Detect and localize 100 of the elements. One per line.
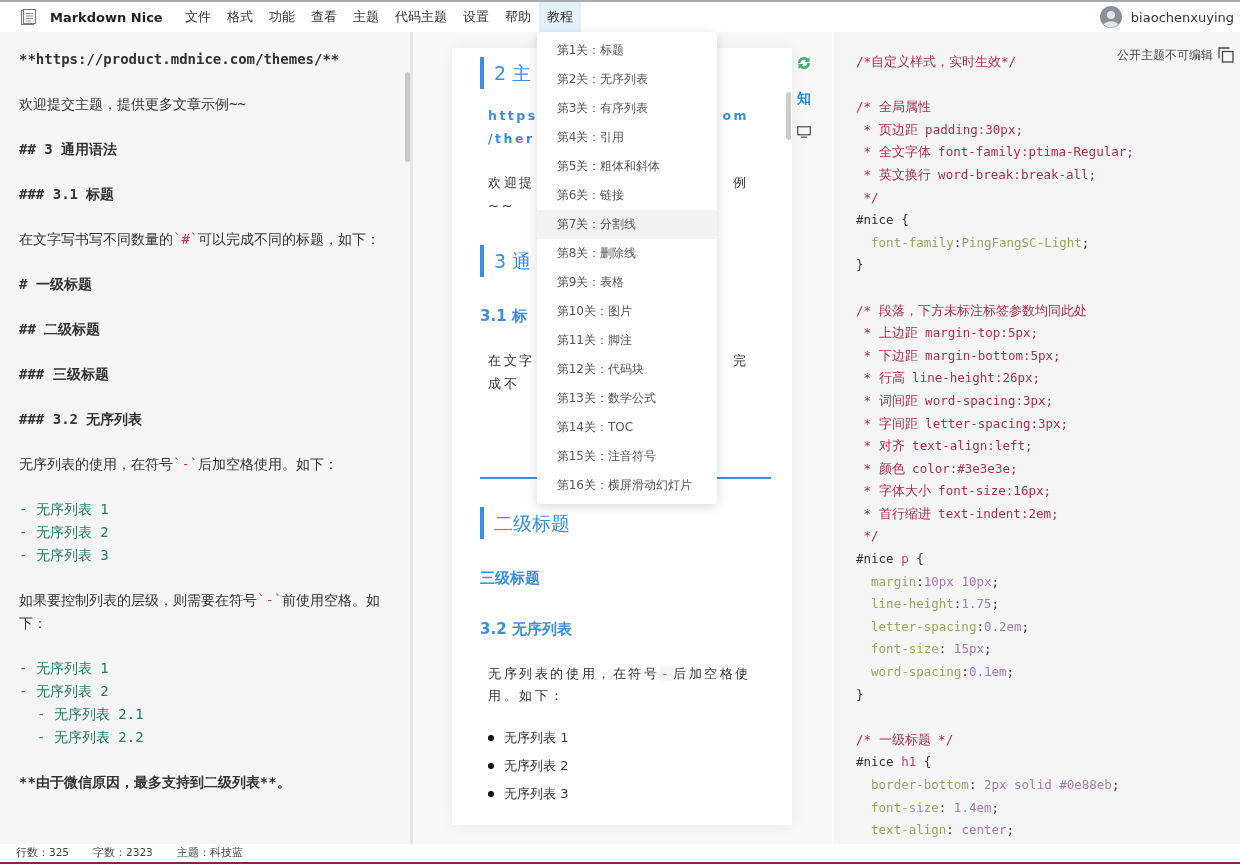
code-line: * 全文字体 font-family:ptima-Regular; [862, 143, 1134, 162]
editor-line: 欢迎提交主题，提供更多文章示例~~ [19, 95, 247, 114]
dropdown-item[interactable]: 第16关：横屏滑动幻灯片 [536, 471, 717, 500]
bullet-icon [488, 763, 494, 769]
code-line: #nice p { [856, 550, 924, 569]
list-item: 无序列表 2 [504, 757, 569, 775]
menu-item[interactable]: 帮助 [496, 2, 539, 32]
code-line: border-bottom: 2px solid #0e88eb; [870, 776, 1120, 794]
editor-line: 在文字写书写不同数量的`#`可以完成不同的标题，如下： [19, 230, 382, 249]
menu-item[interactable]: 主题 [344, 2, 387, 32]
paragraph: 无序列表的使用，在符号 - 后加空格使用。如下： [487, 665, 752, 705]
dropdown-item[interactable]: 第5关：粗体和斜体 [536, 152, 717, 181]
code-line: * 字体大小 font-size:16px; [862, 482, 1051, 501]
menu-item[interactable]: 功能 [260, 2, 303, 32]
list-line: - 无序列表 3 [19, 546, 110, 565]
dropdown-item[interactable]: 第10关：图片 [536, 297, 717, 326]
code-line: * 首行缩进 text-indent:2em; [862, 504, 1059, 523]
editor-line: **https://product.mdnice.com/themes/** [19, 50, 341, 69]
menu-item[interactable]: 查看 [302, 2, 345, 32]
dropdown-item[interactable]: 第7关：分割线 [536, 210, 717, 239]
menu-item[interactable]: 文件 [176, 2, 219, 32]
code-line: * 对齐 text-align:left; [862, 437, 1033, 456]
code-line: font-size: 15px; [870, 640, 992, 659]
dropdown-item[interactable]: 第6关：链接 [536, 181, 717, 210]
dropdown-item[interactable]: 第11关：脚注 [536, 326, 717, 355]
code-line: font-family:PingFangSC-Light; [870, 233, 1090, 252]
list-item: 无序列表 3 [504, 785, 569, 803]
code-line: /* 全局属性 [856, 98, 931, 117]
list-line: - 无序列表 2 [19, 523, 110, 542]
code-line: * 上边距 margin-top:5px; [862, 324, 1038, 343]
code-line: #nice h1 { [856, 753, 932, 772]
code-line: margin:10px 10px; [870, 572, 999, 591]
markdown-editor[interactable] [0, 32, 413, 844]
document-icon [20, 8, 37, 26]
code-line: /*自定义样式，实时生效*/ [856, 53, 1017, 71]
editor-line: ### 3.2 无序列表 [19, 410, 144, 429]
menu-item[interactable]: 教程 [538, 2, 581, 32]
list-line: - 无序列表 1 [19, 500, 110, 519]
dropdown-item[interactable]: 第3关：有序列表 [536, 94, 717, 123]
heading: 二级标题 [480, 507, 572, 539]
code-line: word-spacing:0.1em; [870, 663, 1015, 682]
app-title: Markdown Nice [50, 9, 163, 25]
notice-label: 公开主题不可编辑 [1117, 47, 1213, 64]
editor-line: **由于微信原因，最多支持到二级列表**。 [19, 773, 292, 792]
editor-line: ## 3 通用语法 [19, 140, 119, 159]
code-line: * 英文换行 word-break:break-all; [862, 165, 1097, 184]
editor-line: ### 3.1 标题 [19, 185, 116, 204]
bullet-icon [488, 735, 494, 741]
text-fragment: 欢迎提 [488, 174, 535, 192]
text-fragment: 在文字 [488, 352, 535, 370]
code-line: * 字间距 letter-spacing:3px; [862, 414, 1069, 433]
code-line: #nice { [856, 211, 909, 230]
code-line: /* 一级标题 */ [856, 730, 954, 749]
scrollbar-thumb[interactable] [786, 92, 791, 140]
code-line: line-height:1.75; [870, 595, 999, 614]
editor-line: ### 三级标题 [19, 365, 110, 384]
editor-line: 如果要控制列表的层级，则需要在符号`-`前使用空格。如下： [19, 591, 382, 633]
status-text: 行数：325 [16, 846, 70, 860]
dropdown-item[interactable]: 第2关：无序列表 [536, 65, 717, 94]
list-line: - 无序列表 2 [19, 682, 110, 701]
status-text: 字数：2323 [93, 846, 153, 860]
status-text: 主题：科技蓝 [176, 846, 243, 860]
code-line: /* 段落，下方未标注标签参数均同此处 [856, 301, 1087, 320]
menu-item[interactable]: 格式 [218, 2, 261, 32]
code-line: * 行高 line-height:26px; [862, 369, 1041, 388]
code-line: text-align: center; [870, 821, 1015, 840]
code-line: * 颜色 color:#3e3e3e; [862, 459, 1018, 478]
code-line: * 页边距 padding:30px; [862, 120, 1023, 139]
dropdown-item[interactable]: 第1关：标题 [536, 36, 717, 65]
heading: 三级标题 [480, 568, 540, 589]
list-line: - 无序列表 2.1 [36, 705, 145, 724]
editor-line: 无序列表的使用，在符号`-`后加空格使用。如下： [19, 455, 340, 474]
text-fragment: 完 [733, 352, 749, 370]
code-line: * 下边距 margin-bottom:5px; [862, 346, 1061, 365]
dropdown-item[interactable]: 第12关：代码块 [536, 355, 717, 384]
code-line: letter-spacing:0.2em; [870, 617, 1030, 636]
code-line: } [856, 256, 864, 275]
copy-icon[interactable] [1218, 47, 1234, 64]
text-fragment: ~~ [488, 197, 515, 215]
dropdown-item[interactable]: 第8关：删除线 [536, 239, 717, 268]
editor-line: ## 二级标题 [19, 320, 102, 339]
menu-item[interactable]: 代码主题 [386, 2, 455, 32]
monitor-icon[interactable] [797, 126, 811, 138]
refresh-icon[interactable] [795, 54, 813, 72]
text-fragment: 成不 [488, 375, 520, 393]
username: biaochenxuying [1130, 9, 1234, 25]
dropdown-item[interactable]: 第9关：表格 [536, 268, 717, 297]
code-line: */ [862, 188, 879, 207]
dropdown-item[interactable]: 第14关：TOC [536, 413, 717, 442]
heading: 3 通 [480, 245, 534, 277]
dropdown-item[interactable]: 第4关：引用 [536, 123, 717, 152]
list-item: 无序列表 1 [504, 729, 569, 747]
menu-item[interactable]: 设置 [454, 2, 497, 32]
dropdown-item[interactable]: 第15关：注音符号 [536, 442, 717, 471]
heading: 2 主 [480, 57, 534, 89]
avatar[interactable] [1099, 6, 1122, 28]
scrollbar-thumb[interactable] [405, 72, 410, 162]
code-line: */ [862, 527, 879, 546]
code-line: } [856, 685, 864, 704]
dropdown-item[interactable]: 第13关：数学公式 [536, 384, 717, 413]
